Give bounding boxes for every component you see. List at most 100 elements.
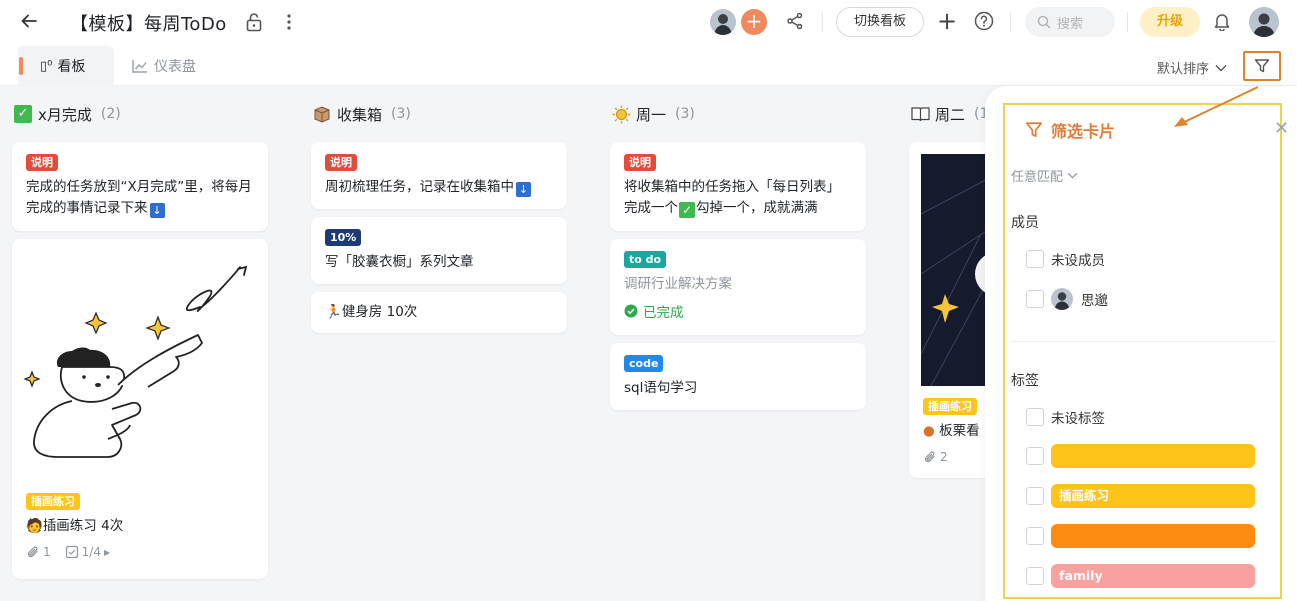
card-title: 写「胶囊衣橱」系列文章 <box>325 254 474 270</box>
match-mode-dropdown[interactable]: 任意匹配 <box>1011 166 1078 185</box>
plus-icon[interactable]: + <box>937 9 957 33</box>
back-arrow-icon[interactable] <box>18 10 40 32</box>
member-avatar <box>1051 288 1073 310</box>
checkbox[interactable] <box>1026 447 1044 465</box>
task-card[interactable]: 🏃健身房 10次 <box>311 292 567 333</box>
upgrade-button[interactable]: 升级 <box>1140 7 1200 37</box>
label-badge: 说明 <box>624 154 656 171</box>
check-circle-icon <box>624 304 638 318</box>
user-avatar[interactable] <box>1249 7 1279 37</box>
share-icon[interactable] <box>786 12 804 34</box>
label-badge: 说明 <box>26 154 58 171</box>
task-card[interactable]: 说明 周初梳理任务，记录在收集箱中 ↓ <box>311 142 567 209</box>
tag-option-none[interactable]: 未设标签 <box>1026 407 1105 427</box>
board-title[interactable]: 【模板】每周ToDo <box>70 10 227 36</box>
chevron-down-icon <box>1215 64 1227 71</box>
card-title: 插画练习 4次 <box>42 518 124 534</box>
tags-section-label: 标签 <box>1011 373 1039 389</box>
progress-badge: 10% <box>325 229 362 246</box>
column-title: x月完成 <box>38 105 92 124</box>
more-vertical-icon[interactable] <box>282 12 296 36</box>
card-title-cont: 勾掉一个，成就满满 <box>696 200 818 216</box>
tag-option-family[interactable]: family <box>1026 564 1255 588</box>
tab-dashboard[interactable]: 仪表盘 <box>132 56 196 76</box>
view-tabs: ▯⁰ 看板 仪表盘 默认排序 <box>0 44 1297 86</box>
filter-button[interactable] <box>1243 51 1281 81</box>
checkbox[interactable] <box>1026 408 1044 426</box>
list-column: 收集箱 (3) 说明 周初梳理任务，记录在收集箱中 ↓ 10% 写「胶囊衣橱」系列… <box>311 86 567 341</box>
sort-label: 默认排序 <box>1157 62 1210 77</box>
tag-option-orange[interactable] <box>1026 524 1255 548</box>
label-badge: code <box>624 355 664 372</box>
card-title: 板栗看 <box>939 423 980 439</box>
toolbar-divider <box>822 12 823 32</box>
down-arrow-icon: ↓ <box>516 182 531 197</box>
tab-label: 看板 <box>57 59 86 75</box>
person-icon: 🧑 <box>26 518 43 534</box>
member-option-simiao[interactable]: 思邈 <box>1026 288 1108 310</box>
help-icon[interactable] <box>974 11 994 35</box>
caret-right-icon: ▶ <box>103 547 111 557</box>
members-section-label: 成员 <box>1011 215 1039 231</box>
card-title: 周初梳理任务，记录在收集箱中 <box>325 179 514 195</box>
close-icon[interactable]: ✕ <box>1274 118 1289 139</box>
bell-icon[interactable] <box>1213 11 1231 35</box>
task-card[interactable]: to do 调研行业解决方案 已完成 <box>610 239 866 335</box>
tag-option-yellow[interactable] <box>1026 444 1255 468</box>
chart-icon <box>132 60 147 73</box>
card-meta: 1 1/4 ▶ <box>26 545 254 559</box>
checklist-progress[interactable]: 1/4 ▶ <box>65 545 110 559</box>
tab-kanban[interactable]: ▯⁰ 看板 <box>18 46 114 86</box>
label-badge: 插画练习 <box>923 398 977 415</box>
top-bar: 【模板】每周ToDo + 切换看板 + 搜索 升级 <box>0 0 1297 44</box>
card-title: sql语句学习 <box>624 380 698 396</box>
down-arrow-icon: ↓ <box>149 203 165 218</box>
chevron-down-icon <box>1067 172 1078 179</box>
filter-icon <box>1254 59 1270 73</box>
paperclip-icon <box>27 546 38 558</box>
sort-dropdown[interactable]: 默认排序 <box>1157 58 1227 77</box>
status-completed: 已完成 <box>624 301 852 321</box>
column-count: (3) <box>675 106 695 122</box>
check-mark-icon: ✓ <box>13 104 33 124</box>
switch-board-button[interactable]: 切换看板 <box>836 7 924 37</box>
column-header[interactable]: ✓ x月完成 (2) <box>12 86 268 142</box>
lock-icon[interactable] <box>245 12 263 36</box>
column-title: 周一 <box>636 105 667 124</box>
list-column: 周一 (3) 说明 将收集箱中的任务拖入「每日列表」完成一个 ✓ 勾掉一个，成就满满… <box>610 86 866 418</box>
member-avatar[interactable] <box>710 9 736 35</box>
section-divider <box>1011 341 1275 342</box>
label-badge: to do <box>624 251 667 268</box>
box-icon <box>312 104 332 124</box>
tag-pill: 插画练习 <box>1051 484 1255 508</box>
chestnut-icon: ● <box>923 423 935 439</box>
task-card[interactable]: code sql语句学习 <box>610 343 866 410</box>
task-card[interactable]: 说明 将收集箱中的任务拖入「每日列表」完成一个 ✓ 勾掉一个，成就满满 <box>610 142 866 231</box>
column-header[interactable]: 周一 (3) <box>610 86 866 142</box>
tag-option-illustration[interactable]: 插画练习 <box>1026 484 1255 508</box>
checkbox[interactable] <box>1026 250 1044 268</box>
task-card[interactable]: 说明 完成的任务放到“X月完成”里，将每月完成的事情记录下来 ↓ <box>12 142 268 231</box>
search-input[interactable]: 搜索 <box>1025 7 1115 37</box>
add-member-button[interactable]: + <box>741 9 767 35</box>
column-header[interactable]: 收集箱 (3) <box>311 86 567 142</box>
checkbox[interactable] <box>1026 567 1044 585</box>
checkbox[interactable] <box>1026 527 1044 545</box>
task-card[interactable]: 插画练习 🧑插画练习 4次 1 1/4 ▶ <box>12 239 268 579</box>
search-icon <box>1037 15 1051 29</box>
checklist-icon <box>65 545 78 559</box>
column-title: 周二 <box>935 105 966 124</box>
tag-pill <box>1051 444 1255 468</box>
card-title: 调研行业解决方案 <box>624 276 732 292</box>
paperclip-icon <box>924 451 935 463</box>
column-count: (3) <box>391 106 411 122</box>
task-card[interactable]: 10% 写「胶囊衣橱」系列文章 <box>311 217 567 284</box>
checkbox[interactable] <box>1026 487 1044 505</box>
checkbox[interactable] <box>1026 290 1044 308</box>
list-column: ✓ x月完成 (2) 说明 完成的任务放到“X月完成”里，将每月完成的事情记录下… <box>12 86 268 587</box>
toolbar-divider <box>1010 12 1011 32</box>
card-title: 健身房 10次 <box>341 304 418 320</box>
card-title: 完成的任务放到“X月完成”里，将每月完成的事情记录下来 <box>26 179 252 216</box>
member-option-none[interactable]: 未设成员 <box>1026 249 1105 269</box>
book-icon <box>910 104 930 124</box>
